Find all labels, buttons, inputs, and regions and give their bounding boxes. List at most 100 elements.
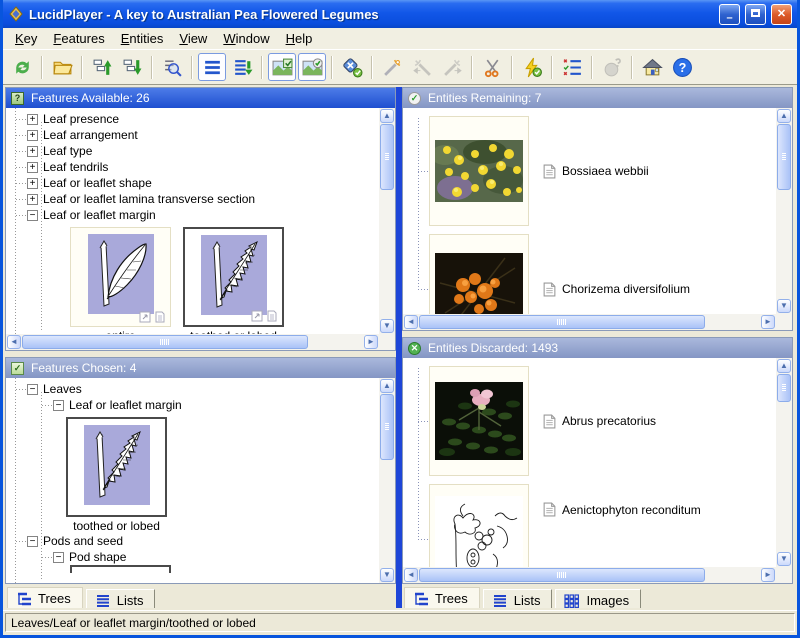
entity-name[interactable]: Chorizema diversifolium — [543, 282, 690, 297]
expand-toggle-icon[interactable]: + — [27, 130, 38, 141]
menu-key[interactable]: Key — [7, 29, 45, 48]
scroll-right-icon[interactable]: ► — [761, 315, 775, 329]
entity-thumbnail[interactable] — [429, 366, 529, 476]
next-best-button[interactable] — [438, 53, 466, 81]
tree-item[interactable]: +Leaf type — [6, 143, 379, 159]
scrollbar-thumb[interactable] — [777, 374, 791, 402]
expand-toggle-icon[interactable]: + — [27, 162, 38, 173]
entity-name[interactable]: Abrus precatorius — [543, 414, 656, 429]
scroll-down-icon[interactable]: ▼ — [777, 299, 791, 313]
notes-icon[interactable] — [266, 310, 278, 322]
expand-toggle-icon[interactable]: + — [27, 194, 38, 205]
tab-images[interactable]: Images — [555, 589, 641, 608]
expand-toggle-icon[interactable]: − — [27, 536, 38, 547]
tree-item[interactable]: +Leaf tendrils — [6, 159, 379, 175]
menu-features[interactable]: Features — [45, 29, 112, 48]
open-image-icon[interactable] — [139, 311, 151, 323]
tab-lists[interactable]: Lists — [86, 589, 156, 608]
collapse-tree-button[interactable] — [88, 53, 116, 81]
tree-item[interactable]: −Leaf or leaflet margin — [6, 397, 379, 413]
restart-key-button[interactable] — [8, 53, 36, 81]
scroll-up-icon[interactable]: ▲ — [777, 359, 791, 373]
scrollbar-thumb[interactable] — [380, 124, 394, 190]
previous-best-button[interactable] — [408, 53, 436, 81]
tree-item[interactable]: +Leaf arrangement — [6, 127, 379, 143]
tree-item[interactable]: +Leaf or leaflet lamina transverse secti… — [6, 191, 379, 207]
tree-item[interactable]: −Leaves — [6, 381, 379, 397]
best-feature-button[interactable] — [378, 53, 406, 81]
entity-thumbnail[interactable] — [429, 234, 529, 314]
scroll-right-icon[interactable]: ► — [364, 335, 378, 349]
tree-item[interactable]: −Leaf or leaflet margin — [6, 207, 379, 223]
tree-item[interactable]: −Pod shape — [6, 549, 379, 565]
clipped-thumbnail[interactable] — [70, 565, 171, 573]
vertical-scrollbar[interactable]: ▲ ▼ — [776, 358, 792, 567]
expand-toggle-icon[interactable]: − — [53, 552, 64, 563]
tree-item[interactable]: +Leaf or leaflet shape — [6, 175, 379, 191]
tab-trees[interactable]: Trees — [404, 587, 480, 608]
differences-button[interactable] — [558, 53, 586, 81]
scroll-down-icon[interactable]: ▼ — [380, 568, 394, 582]
prune-redundants-button[interactable] — [478, 53, 506, 81]
tree-item[interactable]: +Leaf presence — [6, 111, 379, 127]
scroll-left-icon[interactable]: ◄ — [7, 335, 21, 349]
entity-row[interactable]: Abrus precatorius — [429, 366, 776, 476]
chosen-state-thumbnail[interactable] — [66, 417, 167, 517]
vertical-scrollbar[interactable]: ▲ ▼ — [379, 378, 395, 583]
expand-list-button[interactable] — [228, 53, 256, 81]
scroll-down-icon[interactable]: ▼ — [777, 552, 791, 566]
discard-mismatched-button[interactable] — [338, 53, 366, 81]
entity-row[interactable]: Bossiaea webbii — [429, 116, 776, 226]
entity-thumbnails-button[interactable] — [298, 53, 326, 81]
state-thumbnail-toothed[interactable] — [183, 227, 284, 327]
state-thumbnail-entire[interactable] — [70, 227, 171, 327]
scroll-left-icon[interactable]: ◄ — [404, 315, 418, 329]
entity-thumbnail[interactable] — [429, 116, 529, 226]
entity-thumbnail[interactable] — [429, 484, 529, 567]
scroll-up-icon[interactable]: ▲ — [777, 109, 791, 123]
scroll-left-icon[interactable]: ◄ — [404, 568, 418, 582]
scroll-up-icon[interactable]: ▲ — [380, 109, 394, 123]
expand-toggle-icon[interactable]: − — [27, 384, 38, 395]
menu-window[interactable]: Window — [215, 29, 277, 48]
scrollbar-thumb[interactable] — [380, 394, 394, 460]
maximize-button[interactable] — [745, 4, 766, 25]
entity-row[interactable]: Aenictophyton reconditum — [429, 484, 776, 567]
tab-trees[interactable]: Trees — [7, 587, 83, 608]
why-discarded-button[interactable] — [598, 53, 626, 81]
scrollbar-thumb[interactable] — [777, 124, 791, 190]
expand-toggle-icon[interactable]: − — [53, 400, 64, 411]
vertical-scrollbar[interactable]: ▲ ▼ — [379, 108, 395, 334]
home-button[interactable] — [638, 53, 666, 81]
notes-icon[interactable] — [154, 311, 166, 323]
feature-thumbnails-button[interactable] — [268, 53, 296, 81]
horizontal-scrollbar[interactable]: ◄ ► — [403, 314, 776, 330]
shortcuts-button[interactable] — [518, 53, 546, 81]
entity-name[interactable]: Aenictophyton reconditum — [543, 502, 701, 517]
scrollbar-thumb[interactable] — [419, 315, 705, 329]
menu-view[interactable]: View — [171, 29, 215, 48]
scroll-up-icon[interactable]: ▲ — [380, 379, 394, 393]
expand-toggle-icon[interactable]: + — [27, 114, 38, 125]
scroll-down-icon[interactable]: ▼ — [380, 319, 394, 333]
menu-help[interactable]: Help — [278, 29, 321, 48]
scroll-right-icon[interactable]: ► — [761, 568, 775, 582]
find-button[interactable] — [158, 53, 186, 81]
horizontal-scrollbar[interactable]: ◄ ► — [6, 334, 379, 350]
tab-lists[interactable]: Lists — [483, 589, 553, 608]
open-key-button[interactable] — [48, 53, 76, 81]
expand-toggle-icon[interactable]: − — [27, 210, 38, 221]
entity-name[interactable]: Bossiaea webbii — [543, 164, 649, 179]
horizontal-scrollbar[interactable]: ◄ ► — [403, 567, 776, 583]
close-button[interactable]: ✕ — [771, 4, 792, 25]
vertical-scrollbar[interactable]: ▲ ▼ — [776, 108, 792, 314]
scrollbar-thumb[interactable] — [22, 335, 308, 349]
scrollbar-thumb[interactable] — [419, 568, 705, 582]
expand-tree-button[interactable] — [118, 53, 146, 81]
open-image-icon[interactable] — [251, 310, 263, 322]
list-view-button[interactable] — [198, 53, 226, 81]
entity-row[interactable]: Chorizema diversifolium — [429, 234, 776, 314]
expand-toggle-icon[interactable]: + — [27, 146, 38, 157]
menu-entities[interactable]: Entities — [113, 29, 172, 48]
tree-item[interactable]: −Pods and seed — [6, 533, 379, 549]
